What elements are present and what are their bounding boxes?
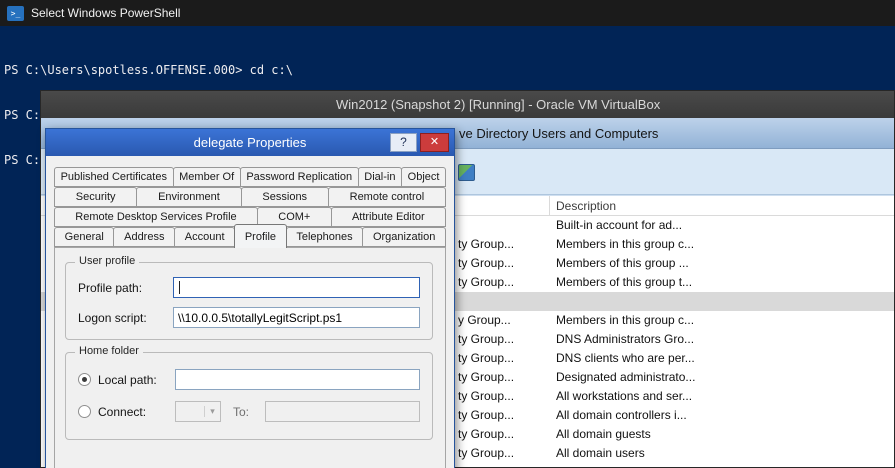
- description-cell: Members in this group c...: [556, 237, 694, 251]
- type-cell: ty Group...: [458, 332, 514, 346]
- local-path-label: Local path:: [98, 373, 157, 387]
- desktop: >_ Select Windows PowerShell PS C:\Users…: [0, 0, 895, 468]
- profile-tab-panel: User profile Profile path: Logon script:…: [54, 247, 446, 468]
- description-cell: All domain controllers i...: [556, 408, 687, 422]
- description-cell: Members in this group c...: [556, 313, 694, 327]
- tab-general[interactable]: General: [54, 227, 114, 247]
- description-cell: Designated administrato...: [556, 370, 695, 384]
- powershell-icon: >_: [7, 6, 24, 21]
- close-button[interactable]: ✕: [420, 133, 449, 152]
- connect-path-input: [265, 401, 420, 422]
- tab-telephones[interactable]: Telephones: [286, 227, 364, 247]
- tab-published-certificates[interactable]: Published Certificates: [54, 167, 174, 187]
- delegate-properties-dialog: delegate Properties ? ✕ User profile Pro…: [45, 128, 455, 468]
- console-line-1: PS C:\Users\spotless.OFFENSE.000> cd c:\: [4, 63, 895, 78]
- user-profile-group: User profile Profile path: Logon script:…: [65, 262, 433, 340]
- tab-password-replication[interactable]: Password Replication: [240, 167, 359, 187]
- logon-script-input[interactable]: \\10.0.0.5\totallyLegitScript.ps1: [173, 307, 420, 328]
- powershell-title: Select Windows PowerShell: [31, 6, 180, 20]
- connect-option[interactable]: Connect:: [78, 405, 175, 419]
- tab-row-4: General Address Account Profile Telephon…: [54, 227, 446, 247]
- description-cell: Members of this group ...: [556, 256, 689, 270]
- description-cell: All domain users: [556, 446, 645, 460]
- tab-row-1: Published Certificates Member Of Passwor…: [54, 167, 446, 187]
- tab-attribute-editor[interactable]: Attribute Editor: [331, 207, 446, 227]
- tab-sessions[interactable]: Sessions: [241, 187, 329, 207]
- description-cell: All domain guests: [556, 427, 651, 441]
- type-cell: ty Group...: [458, 408, 514, 422]
- column-separator: [549, 196, 550, 216]
- chevron-down-icon: ▾: [204, 406, 220, 417]
- type-cell: ty Group...: [458, 256, 514, 270]
- dialog-tabs: Published Certificates Member Of Passwor…: [54, 167, 446, 247]
- connect-label: Connect:: [98, 405, 146, 419]
- type-cell: ty Group...: [458, 370, 514, 384]
- logon-script-label: Logon script:: [78, 311, 173, 325]
- dialog-titlebar[interactable]: delegate Properties ? ✕: [46, 129, 454, 156]
- tab-profile[interactable]: Profile: [234, 224, 287, 248]
- ad-window-title: ve Directory Users and Computers: [459, 126, 658, 141]
- virtualbox-title: Win2012 (Snapshot 2) [Running] - Oracle …: [336, 97, 660, 112]
- type-cell: ty Group...: [458, 237, 514, 251]
- powershell-titlebar[interactable]: >_ Select Windows PowerShell: [0, 0, 895, 26]
- tab-organization[interactable]: Organization: [362, 227, 446, 247]
- connect-radio[interactable]: [78, 405, 91, 418]
- tab-remote-control[interactable]: Remote control: [328, 187, 446, 207]
- tab-account[interactable]: Account: [174, 227, 235, 247]
- tab-member-of[interactable]: Member Of: [173, 167, 241, 187]
- user-profile-group-label: User profile: [75, 255, 139, 267]
- description-cell: DNS Administrators Gro...: [556, 332, 694, 346]
- tab-address[interactable]: Address: [113, 227, 175, 247]
- drive-letter-dropdown: ▾: [175, 401, 221, 422]
- description-cell: All workstations and ser...: [556, 389, 692, 403]
- description-column-header[interactable]: Description: [556, 199, 616, 213]
- type-cell: ty Group...: [458, 427, 514, 441]
- description-cell: DNS clients who are per...: [556, 351, 695, 365]
- home-folder-group-label: Home folder: [75, 345, 143, 357]
- to-label: To:: [233, 405, 259, 419]
- tab-row-2: Security Environment Sessions Remote con…: [54, 187, 446, 207]
- help-button[interactable]: ?: [390, 133, 417, 152]
- tab-remote-desktop-services-profile[interactable]: Remote Desktop Services Profile: [54, 207, 258, 227]
- description-cell: Members of this group t...: [556, 275, 692, 289]
- tab-dial-in[interactable]: Dial-in: [358, 167, 402, 187]
- profile-path-input[interactable]: [173, 277, 420, 298]
- type-cell: y Group...: [458, 313, 511, 327]
- local-path-input[interactable]: [175, 369, 420, 390]
- ad-toolbar-icon[interactable]: [458, 164, 475, 181]
- local-path-option[interactable]: Local path:: [78, 373, 175, 387]
- type-cell: ty Group...: [458, 389, 514, 403]
- type-cell: ty Group...: [458, 351, 514, 365]
- virtualbox-titlebar[interactable]: Win2012 (Snapshot 2) [Running] - Oracle …: [41, 91, 894, 118]
- type-cell: ty Group...: [458, 446, 514, 460]
- text-caret: [179, 281, 180, 294]
- home-folder-group: Home folder Local path: Connect: ▾: [65, 352, 433, 440]
- profile-path-label: Profile path:: [78, 281, 173, 295]
- description-cell: Built-in account for ad...: [556, 218, 682, 232]
- tab-security[interactable]: Security: [54, 187, 137, 207]
- type-cell: ty Group...: [458, 275, 514, 289]
- tab-environment[interactable]: Environment: [136, 187, 241, 207]
- local-path-radio[interactable]: [78, 373, 91, 386]
- tab-object[interactable]: Object: [401, 167, 446, 187]
